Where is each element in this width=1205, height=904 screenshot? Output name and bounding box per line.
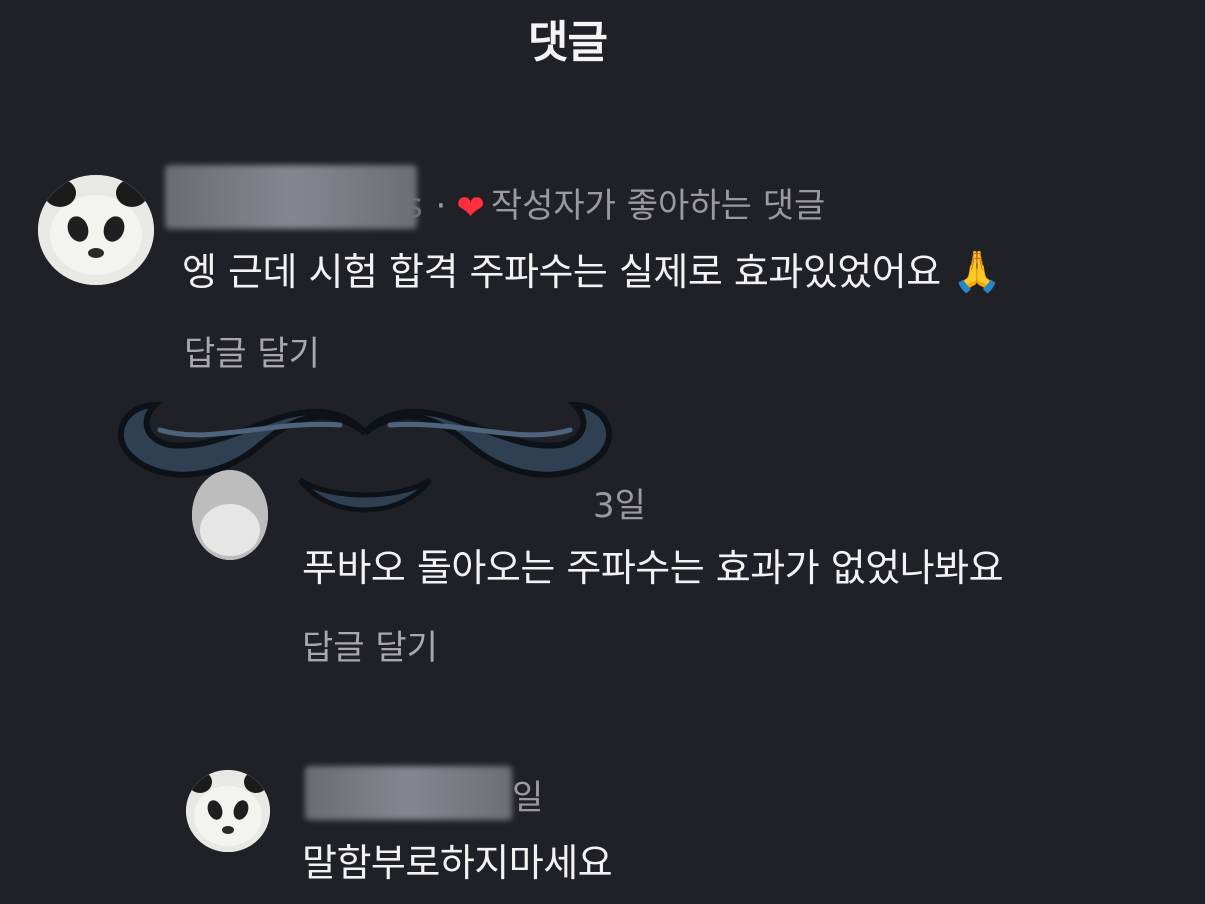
comment-meta: s · ❤ 작성자가 좋아하는 댓글: [405, 178, 825, 228]
mustache-overlay: [117, 401, 613, 513]
comment-text: 엥 근데 시험 합격 주파수는 실제로 효과있었어요 🙏: [182, 241, 1002, 296]
avatar[interactable]: [38, 175, 154, 285]
heart-icon: ❤: [456, 188, 485, 228]
liked-by-author-label: 작성자가 좋아하는 댓글: [490, 186, 826, 226]
author-suffix: s: [405, 186, 423, 226]
page-title: 댓글: [528, 17, 608, 68]
comment-text: 말함부로하지마세요: [302, 841, 613, 885]
pray-emoji: 🙏: [952, 249, 1002, 295]
comment-body: 엥 근데 시험 합격 주파수는 실제로 효과있었어요: [182, 250, 941, 294]
reply-button[interactable]: 답글 달기: [184, 326, 320, 375]
panda-avatar-image: [186, 770, 270, 852]
comment-text: 푸바오 돌아오는 주파수는 효과가 없었나봐요: [302, 546, 1004, 590]
meta-separator: ·: [435, 186, 447, 226]
avatar[interactable]: [186, 770, 270, 852]
reply-button[interactable]: 답글 달기: [302, 620, 438, 669]
comments-screen: 댓글 s · ❤ 작성자가 좋아하는 댓글 엥 근데 시험 합격 주파수는 실제로 …: [0, 0, 1205, 904]
author-name-redacted[interactable]: [165, 165, 417, 229]
comment-timestamp: 일: [512, 778, 544, 818]
panda-avatar-image: [38, 175, 154, 285]
author-name-redacted[interactable]: [305, 766, 512, 820]
